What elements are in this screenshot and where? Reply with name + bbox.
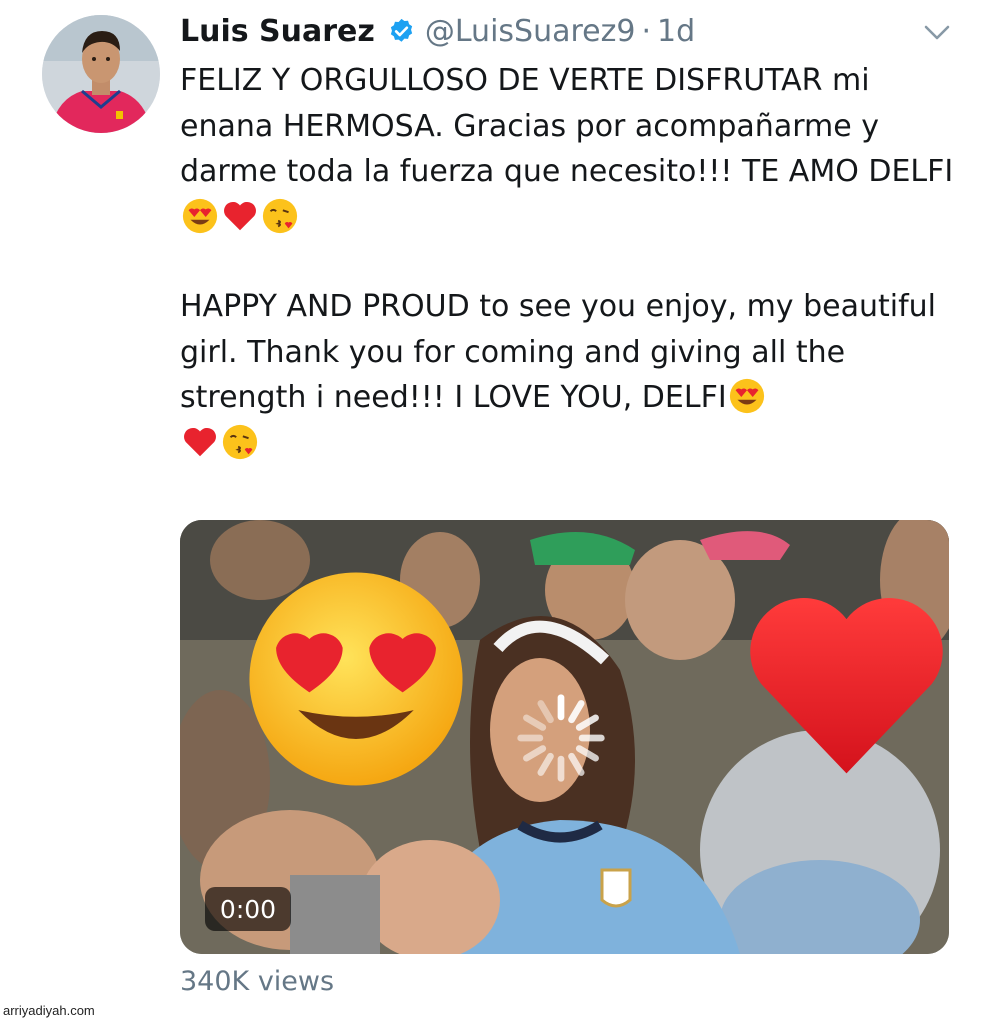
tweet-header: Luis Suarez @LuisSuarez9 · 1d [180, 8, 920, 54]
heart-eyes-emoji [182, 198, 218, 233]
separator-dot: · [641, 13, 651, 49]
tweet-text-english: HAPPY AND PROUD to see you enjoy, my bea… [180, 284, 970, 466]
author-name[interactable]: Luis Suarez [180, 14, 375, 49]
heart-eyes-emoji [729, 378, 764, 414]
verified-badge-icon [390, 18, 413, 42]
tweet-body: FELIZ Y ORGULLOSO DE VERTE DISFRUTAR mi … [180, 58, 970, 466]
video-duration-badge: 0:00 [205, 887, 291, 931]
red-heart-emoji [750, 597, 943, 774]
kissing-face-emoji [262, 198, 298, 233]
kissing-face-emoji [222, 424, 258, 459]
tweet-text-spanish: FELIZ Y ORGULLOSO DE VERTE DISFRUTAR mi … [180, 58, 970, 240]
tweet-text-es: FELIZ Y ORGULLOSO DE VERTE DISFRUTAR mi … [180, 63, 954, 189]
author-handle[interactable]: @LuisSuarez9 [425, 14, 636, 49]
site-watermark: arriyadiyah.com [3, 1003, 95, 1018]
video-player[interactable]: 0:00 [180, 520, 949, 954]
view-count: 340K views [180, 966, 335, 997]
loading-spinner-icon [517, 694, 605, 782]
red-heart-emoji [224, 201, 256, 230]
tweet-timestamp[interactable]: 1d [657, 14, 695, 49]
avatar-photo [42, 15, 160, 133]
author-avatar[interactable] [42, 15, 160, 133]
chevron-down-icon[interactable] [922, 18, 952, 48]
tweet-text-en: HAPPY AND PROUD to see you enjoy, my bea… [180, 289, 937, 415]
red-heart-emoji [184, 427, 216, 456]
heart-eyes-emoji [249, 572, 463, 786]
